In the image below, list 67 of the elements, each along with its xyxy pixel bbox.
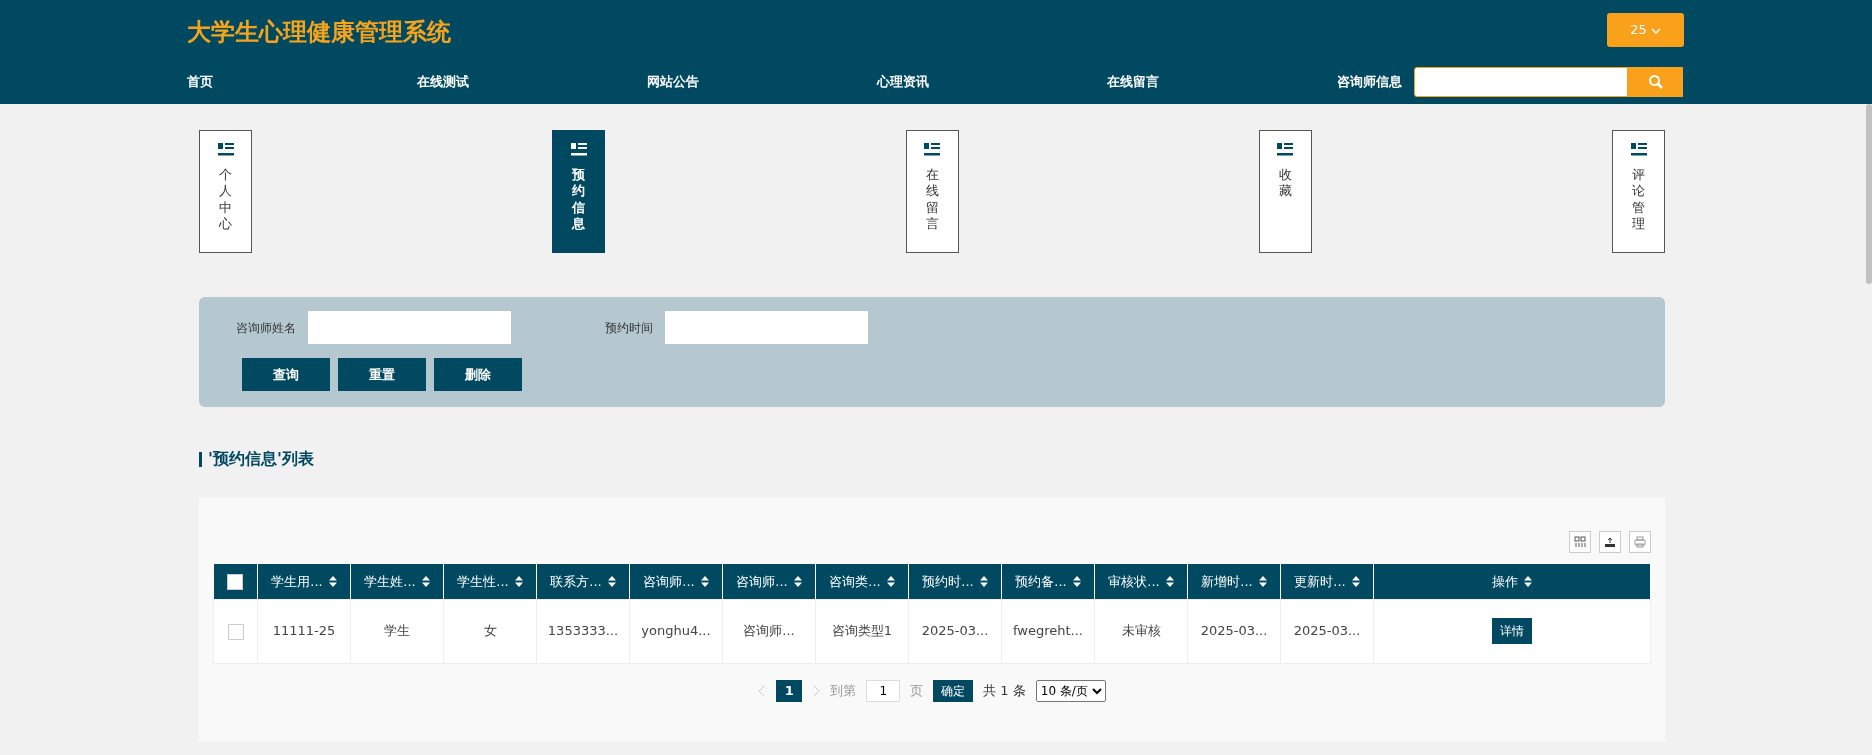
search-field[interactable] — [1414, 67, 1628, 97]
sort-icon[interactable] — [421, 575, 430, 587]
sort-icon[interactable] — [886, 575, 895, 587]
side-tab[interactable]: 评论管理 — [1612, 130, 1665, 253]
nav-link[interactable]: 咨询师信息 — [1337, 72, 1402, 92]
goto-label: 到第 — [830, 681, 857, 700]
total-count: 共 1 条 — [983, 681, 1026, 700]
list-title: '预约信息'列表 — [208, 448, 314, 470]
input-field[interactable] — [665, 311, 868, 344]
field-label: 预约时间 — [605, 319, 653, 337]
sort-icon[interactable] — [1524, 575, 1532, 587]
side-tab[interactable]: 个人中心 — [199, 130, 252, 253]
table-cell: 未审核 — [1121, 623, 1161, 639]
list-icon — [217, 143, 234, 157]
sort-icon[interactable] — [1165, 575, 1174, 587]
table-cell: 学生 — [384, 623, 410, 639]
nav-link[interactable]: 网站公告 — [647, 72, 877, 92]
column-header[interactable]: 操作 — [1492, 571, 1532, 591]
sort-icon[interactable] — [1258, 575, 1267, 587]
list-icon — [1630, 143, 1647, 157]
page-unit-label: 页 — [910, 681, 924, 700]
title-bar-mark — [199, 451, 202, 467]
table-cell: yonghu4... — [641, 623, 711, 639]
confirm-button[interactable]: 确定 — [933, 679, 974, 702]
sort-icon[interactable] — [1072, 575, 1081, 587]
sort-icon[interactable] — [793, 575, 802, 587]
sort-icon[interactable] — [607, 575, 616, 587]
table-cell: 2025-03... — [921, 623, 989, 639]
page-size-select[interactable]: 10 条/页 — [1035, 679, 1106, 702]
table-cell: 咨询类型1 — [831, 623, 893, 639]
input-field[interactable] — [308, 311, 511, 344]
side-tab[interactable]: 在线留言 — [905, 130, 959, 253]
select-all-checkbox[interactable] — [227, 574, 244, 590]
sort-icon[interactable] — [700, 575, 709, 587]
table-cell: 女 — [483, 623, 497, 639]
list-icon — [570, 143, 587, 157]
list-icon — [924, 143, 940, 157]
field-label: 咨询师姓名 — [236, 319, 296, 337]
nav-link[interactable]: 心理资讯 — [877, 72, 1107, 92]
table-cell: 咨询师... — [743, 623, 795, 639]
page-button[interactable]: 1 — [776, 679, 803, 702]
nav-link[interactable]: 在线留言 — [1107, 72, 1337, 92]
row-checkbox[interactable] — [227, 623, 244, 640]
details-button[interactable]: 详情 — [1492, 618, 1532, 644]
site-title: 大学生心理健康管理系统 — [187, 17, 451, 48]
page-input[interactable]: 1 — [866, 679, 901, 702]
filter-button[interactable]: 删除 — [434, 358, 522, 391]
table-cell: 2025-03... — [1293, 623, 1361, 639]
sort-icon[interactable] — [328, 575, 337, 587]
scrollbar-thumb[interactable] — [1866, 104, 1872, 284]
list-icon — [1277, 143, 1294, 157]
nav-link[interactable]: 首页 — [187, 72, 417, 92]
nav-link[interactable]: 在线测试 — [417, 72, 647, 92]
filter-button[interactable]: 查询 — [242, 358, 330, 391]
side-tab[interactable]: 收藏 — [1258, 130, 1312, 253]
table-cell: fwegreht... — [1013, 623, 1083, 639]
side-tab[interactable]: 预约信息 — [552, 130, 606, 253]
sort-icon[interactable] — [1351, 575, 1360, 587]
table-cell: 2025-03... — [1200, 623, 1268, 639]
filter-button[interactable]: 重置 — [338, 358, 426, 391]
search-icon — [1647, 74, 1664, 90]
caret-icon — [1650, 26, 1661, 35]
table-cell: 11111-25 — [272, 623, 336, 639]
export-icon[interactable] — [1599, 531, 1621, 553]
sort-icon[interactable] — [514, 575, 523, 587]
sort-icon[interactable] — [979, 575, 988, 587]
table-cell: 1353333... — [547, 623, 619, 639]
